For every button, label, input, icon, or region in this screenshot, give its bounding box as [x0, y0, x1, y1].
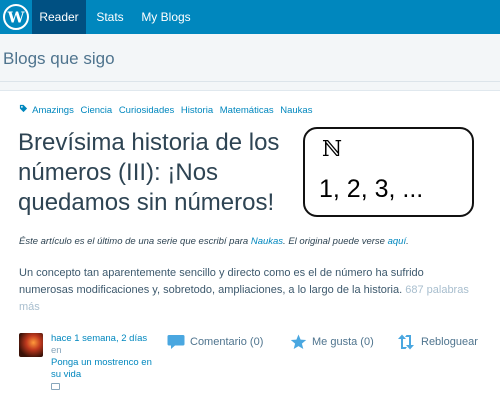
wordpress-logo-icon[interactable]: W: [2, 3, 30, 31]
tag-icon: [19, 104, 28, 113]
post-meta: hace 1 semana, 2 días en Ponga un mostre…: [51, 333, 161, 394]
naukas-link[interactable]: Naukas: [251, 236, 283, 247]
reblog-button[interactable]: Rebloguear: [396, 334, 478, 350]
media-icon: [51, 383, 60, 390]
reblog-label: Rebloguear: [421, 335, 478, 348]
author-avatar[interactable]: [19, 333, 43, 357]
intro-text-after: .: [406, 236, 409, 247]
post-thumbnail[interactable]: ℕ 1, 2, 3, ...: [303, 127, 474, 217]
nav-my-blogs[interactable]: My Blogs: [134, 0, 198, 34]
tag-matematicas[interactable]: Matemáticas: [220, 105, 274, 116]
header-divider: [0, 81, 500, 82]
star-icon: [290, 334, 307, 349]
tag-amazings[interactable]: Amazings: [32, 105, 74, 116]
comment-label: Comentario (0): [190, 335, 264, 348]
post-tags: Amazings Ciencia Curiosidades Historia M…: [19, 104, 316, 116]
tag-ciencia[interactable]: Ciencia: [80, 105, 112, 116]
comment-icon: [167, 335, 185, 349]
like-label: Me gusta (0): [312, 335, 374, 348]
tag-naukas[interactable]: Naukas: [280, 105, 312, 116]
thumbnail-sequence: 1, 2, 3, ...: [319, 175, 424, 203]
tag-historia[interactable]: Historia: [181, 105, 213, 116]
comment-button[interactable]: Comentario (0): [167, 334, 263, 350]
post-intro: Éste artículo es el último de una serie …: [19, 236, 409, 247]
thumbnail-symbol: ℕ: [322, 137, 343, 162]
post-time[interactable]: hace 1 semana, 2 días: [51, 333, 161, 345]
meta-in-label: en: [51, 345, 62, 356]
blog-name-link[interactable]: Ponga un mostrenco en su vida: [51, 357, 161, 381]
page-title: Blogs que sigo: [3, 49, 115, 68]
original-link[interactable]: aquí: [388, 236, 407, 247]
nav-stats[interactable]: Stats: [86, 0, 134, 34]
svg-text:W: W: [7, 9, 26, 27]
excerpt-text: Un concepto tan aparentemente sencillo y…: [19, 267, 424, 296]
like-button[interactable]: Me gusta (0): [290, 334, 374, 350]
tag-curiosidades[interactable]: Curiosidades: [119, 105, 174, 116]
intro-text-middle: . El original puede verse: [283, 236, 388, 247]
nav-reader[interactable]: Reader: [32, 0, 86, 34]
reblog-icon: [398, 334, 414, 350]
top-navigation-bar: W Reader Stats My Blogs: [0, 0, 500, 34]
post-excerpt: Un concepto tan aparentemente sencillo y…: [19, 265, 481, 316]
post-title[interactable]: Brevísima historia de los números (III):…: [18, 128, 298, 218]
intro-text-before: Éste artículo es el último de una serie …: [19, 236, 251, 247]
